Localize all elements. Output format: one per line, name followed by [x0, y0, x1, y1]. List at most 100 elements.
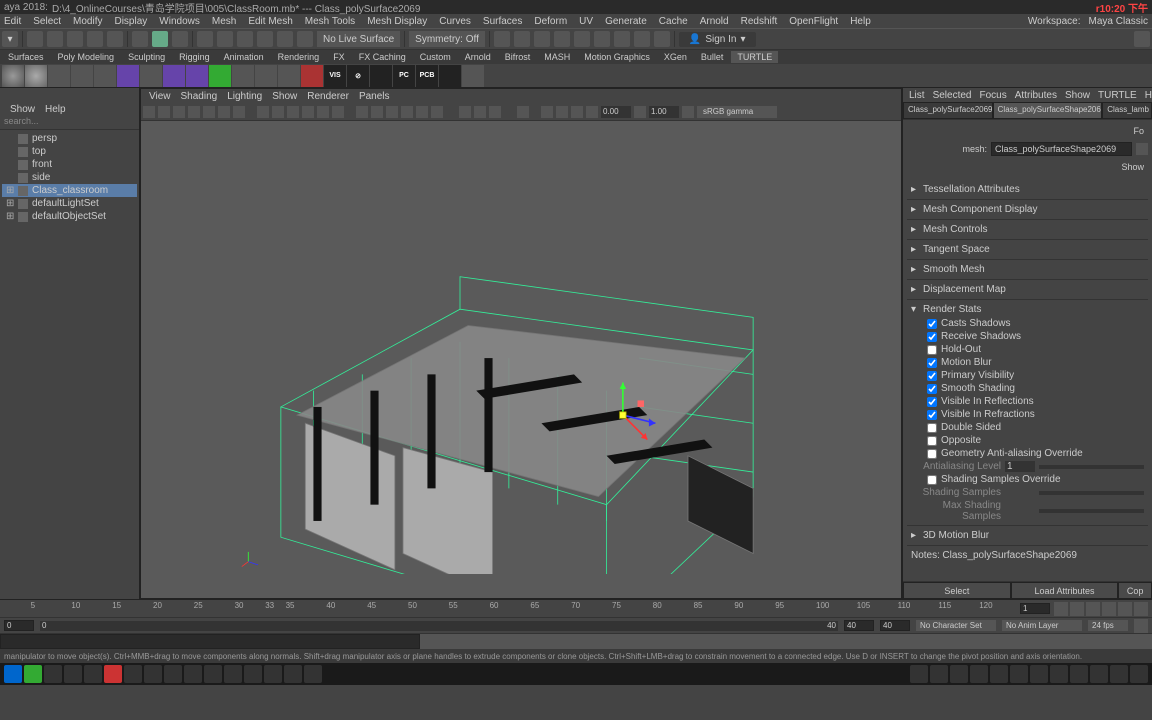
vp-btn[interactable]	[556, 106, 568, 118]
fps-dropdown[interactable]: 24 fps	[1088, 620, 1128, 631]
menu-mesh-tools[interactable]: Mesh Tools	[305, 16, 355, 27]
vp-btn[interactable]	[541, 106, 553, 118]
vp-btn[interactable]	[386, 106, 398, 118]
ae-menu-list[interactable]: List	[909, 90, 925, 101]
presets-icon[interactable]	[1136, 143, 1148, 155]
mesh-name-input[interactable]	[991, 142, 1132, 156]
outliner-help-menu[interactable]: Help	[45, 104, 66, 115]
section-3d-motion-blur[interactable]: ▸3D Motion Blur	[907, 528, 1148, 543]
tray-icon[interactable]	[930, 665, 948, 683]
hypershade-icon[interactable]	[594, 31, 610, 47]
taskbar-icon[interactable]	[204, 665, 222, 683]
outliner-item-objectset[interactable]: ⊞defaultObjectSet	[2, 210, 137, 223]
taskbar-icon[interactable]	[264, 665, 282, 683]
vp-btn[interactable]	[489, 106, 501, 118]
vp-btn[interactable]	[272, 106, 284, 118]
character-set-dropdown[interactable]: No Character Set	[916, 620, 996, 631]
shelf-icon-vis[interactable]: VIS	[324, 65, 346, 87]
anim-layer-dropdown[interactable]: No Anim Layer	[1002, 620, 1082, 631]
geometry-aa-override-checkbox[interactable]	[927, 449, 937, 459]
gamma-icon[interactable]	[634, 106, 646, 118]
vp-btn[interactable]	[173, 106, 185, 118]
tray-icon[interactable]	[950, 665, 968, 683]
menu-display[interactable]: Display	[114, 16, 147, 27]
gamma-input[interactable]	[649, 106, 679, 118]
menu-select[interactable]: Select	[33, 16, 61, 27]
ae-tab-transform[interactable]: Class_polySurface2069	[903, 102, 993, 119]
render-icon[interactable]	[514, 31, 530, 47]
opposite-checkbox[interactable]	[927, 436, 937, 446]
section-mesh-display[interactable]: ▸Mesh Component Display	[907, 202, 1148, 217]
vp-btn[interactable]	[302, 106, 314, 118]
vp-btn[interactable]	[233, 106, 245, 118]
snap-grid-icon[interactable]	[197, 31, 213, 47]
shelf-tab-mash[interactable]: MASH	[538, 51, 576, 63]
snap-view-icon[interactable]	[297, 31, 313, 47]
taskbar-icon[interactable]	[224, 665, 242, 683]
ipr-render-icon[interactable]	[534, 31, 550, 47]
section-smooth-mesh[interactable]: ▸Smooth Mesh	[907, 262, 1148, 277]
tray-icon[interactable]	[1090, 665, 1108, 683]
ae-tab-material[interactable]: Class_lamb	[1102, 102, 1152, 119]
shelf-icon[interactable]	[117, 65, 139, 87]
vp-btn[interactable]	[474, 106, 486, 118]
menu-modify[interactable]: Modify	[73, 16, 102, 27]
range-end-input[interactable]	[844, 620, 874, 631]
load-attributes-button[interactable]: Load Attributes	[1011, 582, 1119, 599]
tray-icon[interactable]	[1130, 665, 1148, 683]
shelf-icon[interactable]	[25, 65, 47, 87]
select-mode-icon[interactable]	[132, 31, 148, 47]
vp-menu-show[interactable]: Show	[272, 91, 297, 102]
command-input[interactable]	[0, 634, 420, 649]
tray-icon[interactable]	[1030, 665, 1048, 683]
shelf-icon[interactable]	[462, 65, 484, 87]
colorspace-dropdown[interactable]: sRGB gamma	[697, 106, 777, 118]
taskbar-icon[interactable]	[304, 665, 322, 683]
ae-menu-focus[interactable]: Focus	[979, 90, 1006, 101]
menu-generate[interactable]: Generate	[605, 16, 647, 27]
outliner-item-side[interactable]: side	[2, 171, 137, 184]
double-sided-checkbox[interactable]	[927, 423, 937, 433]
shelf-tab-bifrost[interactable]: Bifrost	[499, 51, 537, 63]
play-backward-button[interactable]	[1102, 602, 1116, 616]
vp-btn[interactable]	[203, 106, 215, 118]
menu-edit[interactable]: Edit	[4, 16, 21, 27]
max-shading-samples-slider[interactable]	[1039, 509, 1144, 513]
shelf-icon[interactable]	[278, 65, 300, 87]
shelf-icon[interactable]	[370, 65, 392, 87]
taskbar-icon[interactable]	[44, 665, 62, 683]
shading-samples-override-checkbox[interactable]	[927, 475, 937, 485]
ae-menu-show[interactable]: Show	[1065, 90, 1090, 101]
menu-windows[interactable]: Windows	[159, 16, 200, 27]
shelf-icon-pcb[interactable]: PCB	[416, 65, 438, 87]
vp-btn[interactable]	[459, 106, 471, 118]
menu-arnold[interactable]: Arnold	[700, 16, 729, 27]
shelf-icon[interactable]	[71, 65, 93, 87]
tray-icon[interactable]	[1010, 665, 1028, 683]
vp-btn[interactable]	[356, 106, 368, 118]
section-tangent-space[interactable]: ▸Tangent Space	[907, 242, 1148, 257]
exposure-icon[interactable]	[586, 106, 598, 118]
step-fwd-frame-button[interactable]	[1134, 602, 1148, 616]
shelf-icon[interactable]	[186, 65, 208, 87]
tray-icon[interactable]	[1050, 665, 1068, 683]
smooth-shading-checkbox[interactable]	[927, 384, 937, 394]
shelf-tab-fx[interactable]: FX	[327, 51, 351, 63]
paint-select-icon[interactable]	[172, 31, 188, 47]
shelf-tab-rigging[interactable]: Rigging	[173, 51, 216, 63]
vp-menu-panels[interactable]: Panels	[359, 91, 390, 102]
shelf-tab-turtle[interactable]: TURTLE	[731, 51, 778, 63]
viewport-canvas[interactable]	[141, 121, 901, 598]
workspace-selector[interactable]: Workspace: Maya Classic	[1028, 16, 1148, 27]
light-editor-icon[interactable]	[654, 31, 670, 47]
tray-icon[interactable]	[970, 665, 988, 683]
primary-visibility-checkbox[interactable]	[927, 371, 937, 381]
menu-curves[interactable]: Curves	[439, 16, 471, 27]
vp-btn[interactable]	[332, 106, 344, 118]
auto-key-button[interactable]	[1134, 619, 1148, 633]
render-settings-icon[interactable]	[554, 31, 570, 47]
shelf-tab-custom[interactable]: Custom	[414, 51, 457, 63]
shelf-icon[interactable]	[94, 65, 116, 87]
receive-shadows-checkbox[interactable]	[927, 332, 937, 342]
copy-tab-button[interactable]: Cop	[1118, 582, 1152, 599]
